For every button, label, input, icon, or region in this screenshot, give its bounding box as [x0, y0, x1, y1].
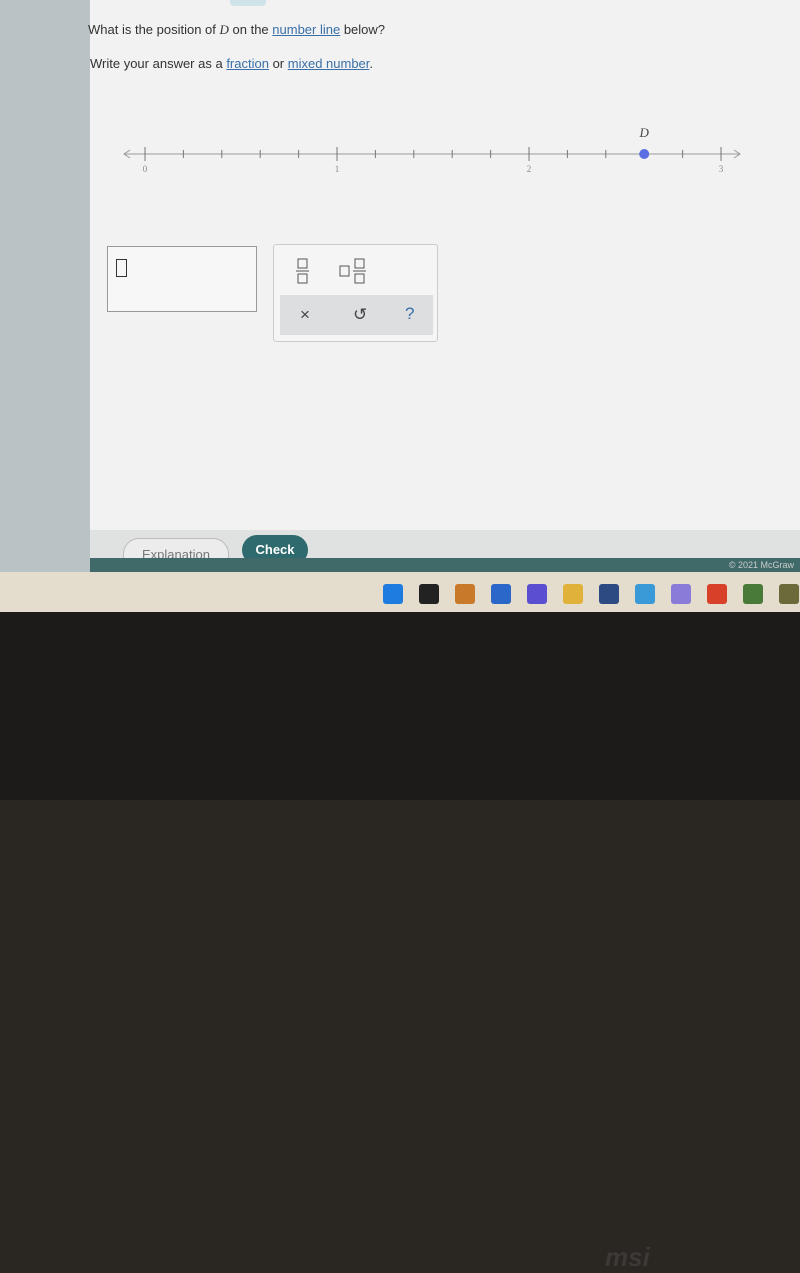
search-icon[interactable] [419, 584, 439, 604]
task-view-icon[interactable] [455, 584, 475, 604]
mixed-number-link[interactable]: mixed number [288, 56, 370, 71]
app-icon[interactable] [671, 584, 691, 604]
tick-label: 1 [335, 164, 340, 174]
help-button[interactable]: ? [405, 304, 414, 324]
brand-logo: msi [605, 1242, 650, 1272]
copyright: © 2021 McGraw [90, 558, 800, 572]
chat-icon[interactable] [527, 584, 547, 604]
taskbar [0, 572, 800, 612]
i-text: Write your answer as a [90, 56, 227, 71]
answer-input[interactable] [107, 246, 257, 312]
widgets-icon[interactable] [491, 584, 511, 604]
number-line-link[interactable]: number line [272, 22, 340, 37]
instruction-text: Write your answer as a fraction or mixed… [90, 56, 373, 71]
tick-label: 3 [719, 164, 724, 174]
undo-button[interactable]: ↺ [353, 305, 367, 325]
left-panel [0, 0, 90, 600]
point-label: D [639, 125, 650, 140]
q-text: below? [340, 22, 386, 37]
screen: What is the position of D on the number … [0, 0, 800, 600]
app-icon[interactable] [779, 584, 799, 604]
store-icon[interactable] [599, 584, 619, 604]
question-text: What is the position of D on the number … [88, 22, 385, 38]
fraction-icon[interactable] [294, 257, 314, 285]
number-line: 0 1 2 3 D [123, 125, 741, 174]
office-icon[interactable] [707, 584, 727, 604]
clear-button[interactable]: × [300, 305, 310, 325]
mixed-number-icon[interactable] [338, 257, 372, 285]
windows-icon[interactable] [383, 584, 403, 604]
i-text: or [268, 56, 288, 71]
file-explorer-icon[interactable] [563, 584, 583, 604]
input-cursor [116, 259, 127, 277]
q-var: D [219, 22, 229, 37]
laptop-bezel: msi [0, 612, 800, 1272]
tick-label: 0 [143, 164, 148, 174]
keypad-actions: × ↺ ? [280, 295, 433, 335]
collapse-icon[interactable] [230, 0, 266, 6]
tick-label: 2 [527, 164, 532, 174]
fraction-link[interactable]: fraction [226, 56, 269, 71]
mail-icon[interactable] [635, 584, 655, 604]
q-text: What is the position of [88, 22, 220, 37]
math-keypad: × ↺ ? [273, 244, 438, 342]
xbox-icon[interactable] [743, 584, 763, 604]
i-text: . [369, 56, 374, 71]
point-d [639, 149, 650, 159]
q-text: on the [228, 22, 273, 37]
